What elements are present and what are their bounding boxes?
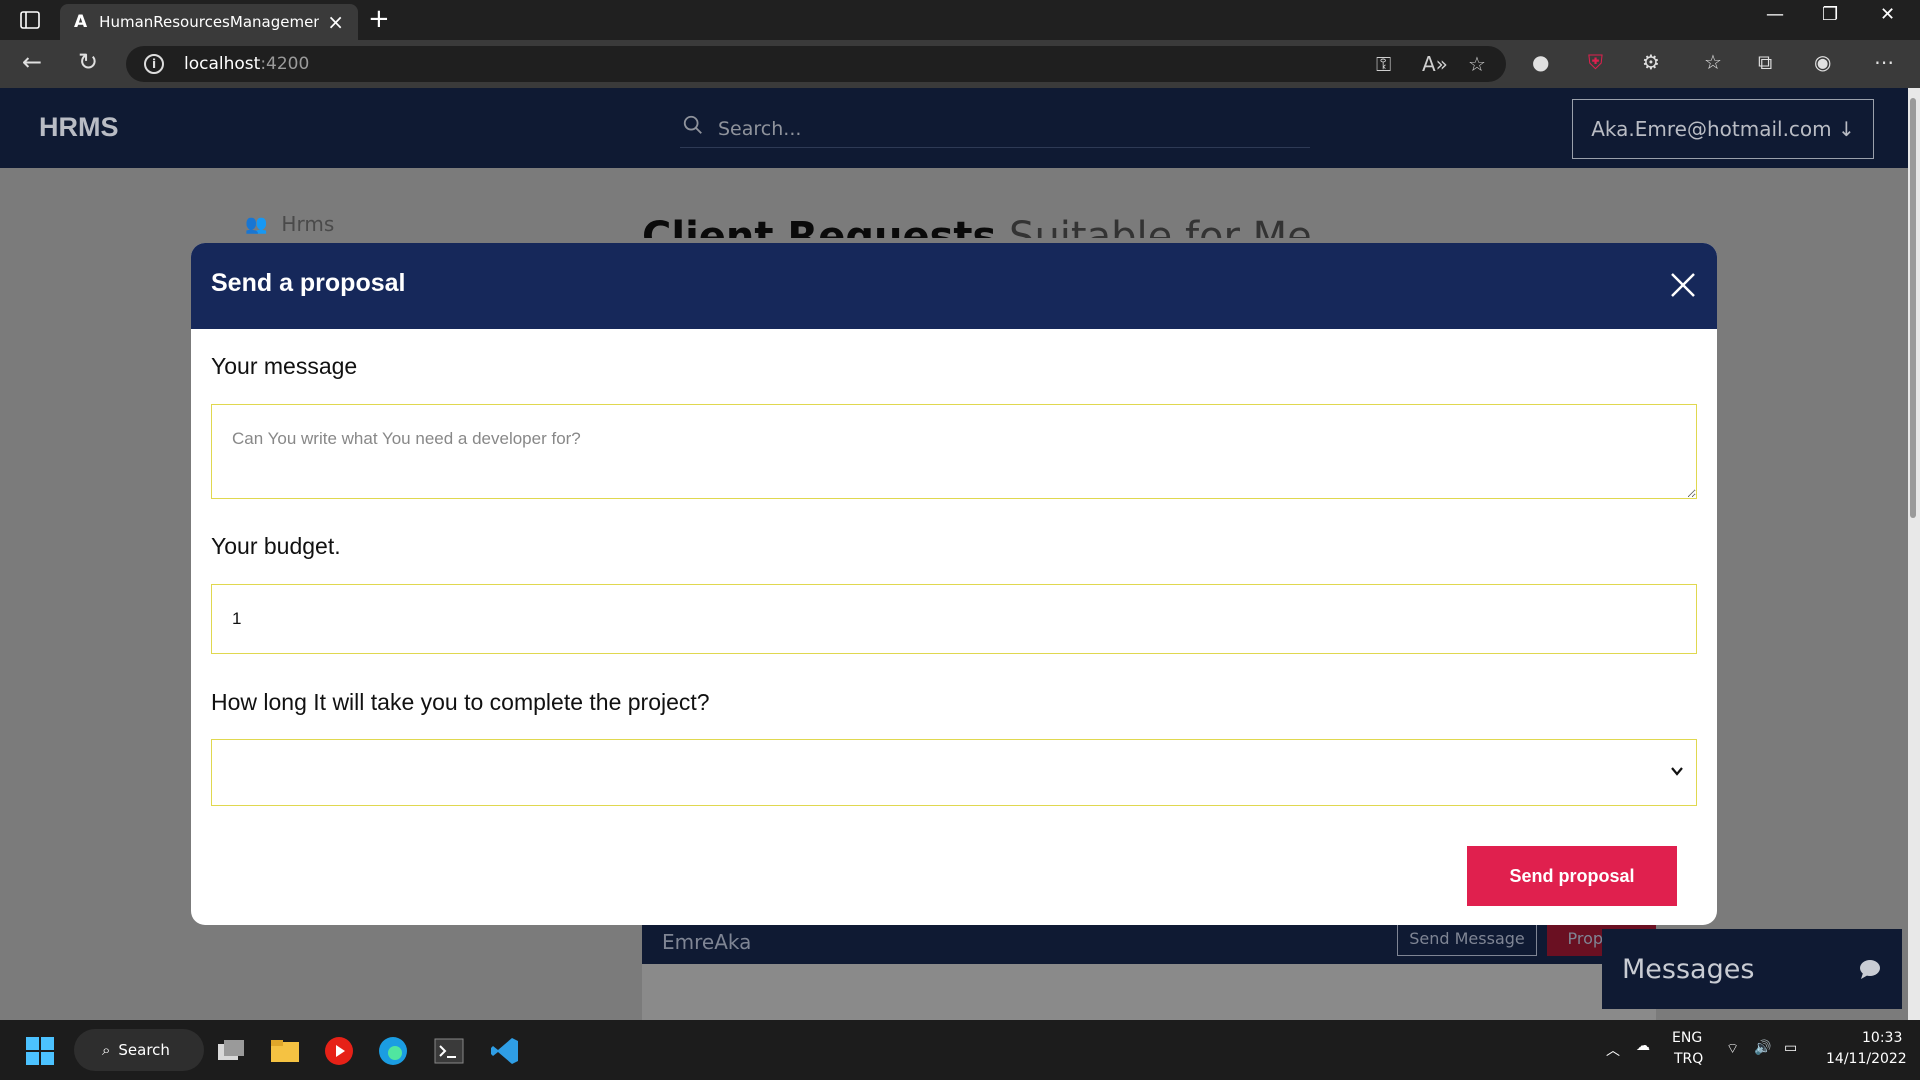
- close-tab-icon[interactable]: ×: [327, 10, 344, 34]
- terminal-icon[interactable]: [434, 1038, 464, 1064]
- message-textarea[interactable]: [211, 404, 1697, 499]
- extension-blob-icon[interactable]: ●: [1532, 50, 1549, 74]
- sidebar-item-label: Hrms: [281, 212, 335, 236]
- chevron-down-icon: [1671, 767, 1683, 776]
- proposal-modal: Send a proposal Your message Your budget…: [191, 243, 1717, 925]
- messages-widget[interactable]: Messages: [1602, 929, 1902, 1009]
- user-menu-button[interactable]: Aka.Emre@hotmail.com ↓: [1572, 99, 1874, 159]
- new-tab-icon[interactable]: +: [368, 4, 390, 34]
- app-search[interactable]: Search...: [680, 112, 1310, 148]
- modal-header: Send a proposal: [191, 243, 1717, 329]
- messages-label: Messages: [1622, 953, 1755, 985]
- close-window-icon[interactable]: ✕: [1880, 4, 1895, 25]
- angular-favicon-icon: A: [74, 12, 88, 32]
- tray-chevron-up-icon[interactable]: ︿: [1606, 1040, 1620, 1060]
- read-aloud-icon[interactable]: A»: [1422, 52, 1448, 76]
- search-placeholder: Search...: [718, 118, 802, 140]
- language-top[interactable]: ENG: [1672, 1030, 1702, 1046]
- close-icon[interactable]: [1667, 269, 1699, 301]
- chat-bubble-icon: [1860, 960, 1880, 979]
- send-message-button[interactable]: Send Message: [1397, 920, 1537, 956]
- refresh-icon[interactable]: ↻: [78, 48, 98, 76]
- windows-taskbar: ⌕ Search ︿ ☁ ENG TRQ ⌔ 🔊 ▭ 10:33 14/11/2…: [0, 1020, 1920, 1080]
- workspaces-icon[interactable]: [18, 8, 42, 32]
- scrollbar-thumb[interactable]: [1910, 98, 1916, 518]
- task-view-icon[interactable]: [216, 1038, 246, 1064]
- search-icon: ⌕: [102, 1041, 111, 1059]
- windows-start-icon[interactable]: [26, 1037, 54, 1065]
- address-bar[interactable]: i localhost:4200 ⚿ A» ☆: [126, 46, 1506, 82]
- wifi-icon[interactable]: ⌔: [1726, 1040, 1739, 1058]
- request-card-header: EmreAka Send Message Proposal: [642, 920, 1656, 964]
- key-icon[interactable]: ⚿: [1376, 52, 1391, 76]
- browser-tab-active[interactable]: A HumanResourcesManagementSy ×: [60, 4, 358, 40]
- users-icon: 👥: [245, 213, 268, 235]
- back-icon[interactable]: ←: [22, 48, 42, 76]
- file-explorer-icon[interactable]: [270, 1038, 300, 1064]
- taskbar-search[interactable]: ⌕ Search: [74, 1029, 204, 1071]
- extensions-icon[interactable]: ⚙: [1642, 50, 1660, 74]
- duration-label: How long It will take you to complete th…: [211, 689, 710, 715]
- budget-input[interactable]: [211, 584, 1697, 654]
- taskbar-search-label: Search: [118, 1041, 170, 1059]
- favorites-icon[interactable]: ☆: [1704, 50, 1722, 74]
- sidebar-item-hrms[interactable]: 👥 Hrms: [245, 212, 334, 236]
- request-card: EmreAka Send Message Proposal: [642, 920, 1656, 1020]
- edge-browser-icon[interactable]: [378, 1036, 408, 1066]
- tab-title: HumanResourcesManagementSy: [99, 13, 320, 31]
- site-info-icon[interactable]: i: [144, 54, 164, 74]
- vscode-icon[interactable]: [490, 1036, 520, 1066]
- send-proposal-button[interactable]: Send proposal: [1467, 846, 1677, 906]
- youtube-music-icon[interactable]: [324, 1036, 354, 1066]
- onedrive-icon[interactable]: ☁: [1636, 1038, 1650, 1054]
- browser-tabbar: A HumanResourcesManagementSy × + — ❐ ✕: [0, 0, 1920, 40]
- app-navbar: HRMS Search... Aka.Emre@hotmail.com ↓: [0, 88, 1908, 168]
- client-name: EmreAka: [662, 930, 752, 954]
- message-label: Your message: [211, 353, 358, 379]
- minimize-icon[interactable]: —: [1766, 4, 1784, 25]
- page-heading: Client Requests Suitable for Me: [642, 214, 1312, 238]
- profile-avatar-icon[interactable]: ◉: [1814, 50, 1831, 74]
- language-bottom[interactable]: TRQ: [1674, 1051, 1703, 1067]
- shield-extension-icon[interactable]: ⛨: [1588, 50, 1603, 74]
- clock-time[interactable]: 10:33: [1862, 1030, 1902, 1046]
- brand-logo[interactable]: HRMS: [39, 112, 119, 143]
- modal-title: Send a proposal: [211, 269, 406, 297]
- collections-icon[interactable]: ⧉: [1758, 50, 1772, 74]
- browser-toolbar: ← ↻ i localhost:4200 ⚿ A» ☆ ● ⛨ ⚙ ☆ ⧉ ◉ …: [0, 40, 1920, 88]
- page-scrollbar[interactable]: [1908, 88, 1920, 1020]
- url-text: localhost:4200: [184, 54, 310, 74]
- duration-select[interactable]: [211, 739, 1697, 806]
- search-icon: [683, 115, 702, 134]
- restore-icon[interactable]: ❐: [1822, 4, 1838, 25]
- clock-date[interactable]: 14/11/2022: [1826, 1051, 1907, 1067]
- add-favorite-icon[interactable]: ☆: [1468, 52, 1486, 76]
- budget-label: Your budget.: [211, 533, 341, 559]
- more-menu-icon[interactable]: ⋯: [1874, 50, 1894, 74]
- battery-icon[interactable]: ▭: [1784, 1040, 1797, 1056]
- volume-icon[interactable]: 🔊: [1754, 1040, 1771, 1056]
